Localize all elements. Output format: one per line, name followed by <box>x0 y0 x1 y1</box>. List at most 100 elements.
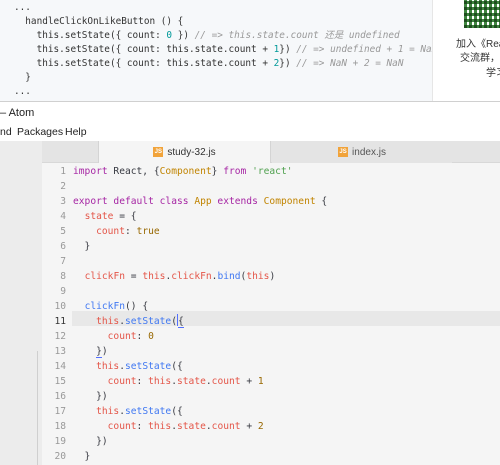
code-token: handleClickOnLikeButton () { <box>14 16 184 27</box>
blog-code-line: this.setState({ count: this.state.count … <box>14 43 433 57</box>
code-line[interactable]: export default class App extends Compone… <box>73 194 327 209</box>
code-token: count <box>96 226 125 237</box>
line-number: 7 <box>60 256 66 267</box>
code-line[interactable]: } <box>73 239 91 254</box>
code-token: : <box>136 331 149 342</box>
line-number: 5 <box>60 226 66 237</box>
code-token: { <box>178 316 184 328</box>
code-token: clickFn <box>84 301 125 312</box>
code-token: this <box>142 271 166 282</box>
code-token: setState <box>125 316 172 327</box>
line-number: 9 <box>60 286 66 297</box>
code-token: this <box>148 376 172 387</box>
sidebar-text-line: 加入《Rea <box>456 39 500 50</box>
code-token: this <box>96 361 120 372</box>
menu-item-help[interactable]: Help <box>65 126 87 138</box>
js-file-icon: JS <box>338 147 349 157</box>
blog-code-line: handleClickOnLikeButton () { <box>14 15 183 29</box>
line-number: 10 <box>54 301 66 312</box>
blog-article: ... handleClickOnLikeButton () { this.se… <box>0 0 500 101</box>
code-line[interactable]: }) <box>73 389 108 404</box>
qr-code-image <box>464 0 500 28</box>
code-token: }) <box>73 391 108 402</box>
js-file-icon: JS <box>153 147 164 157</box>
line-number: 11 <box>54 316 66 327</box>
code-line[interactable]: count: true <box>73 224 160 239</box>
code-token: import <box>73 166 108 177</box>
code-line[interactable]: this.setState({ <box>73 404 183 419</box>
blog-code-line: ... <box>14 1 31 15</box>
blog-code-line: ... <box>14 85 31 99</box>
code-line[interactable]: count: this.state.count + 2 <box>73 419 264 434</box>
code-line[interactable]: }) <box>73 434 108 449</box>
menu-bar: nd Packages Help <box>0 125 500 141</box>
code-token: clickFn <box>171 271 212 282</box>
code-token: () { <box>125 301 149 312</box>
code-token: + <box>240 376 258 387</box>
line-number: 12 <box>54 331 66 342</box>
code-token: } <box>73 451 91 462</box>
code-line[interactable]: import React, {Component} from 'react' <box>73 164 293 179</box>
line-number: 6 <box>60 241 66 252</box>
code-token: ) <box>101 346 108 357</box>
code-token: this <box>246 271 270 282</box>
code-token: // => undefined + 1 = NaN <box>296 44 433 55</box>
code-line[interactable]: state = { <box>73 209 137 224</box>
tab-study-32[interactable]: JS study-32.js <box>98 141 271 163</box>
tree-view-panel <box>0 141 42 465</box>
line-number: 16 <box>54 391 66 402</box>
tab-index[interactable]: JS index.js <box>272 141 452 163</box>
code-token: this.setState({ count: this.state.count … <box>14 44 274 55</box>
code-token: count <box>107 376 137 387</box>
sidebar-text-line: 学习 <box>486 68 500 79</box>
blog-code-line: this.setState({ count: 0 }) // => this.s… <box>14 29 400 43</box>
code-token: Component <box>159 166 212 177</box>
code-line[interactable]: }) <box>73 344 108 359</box>
line-number: 18 <box>54 421 66 432</box>
code-token: 'react' <box>252 166 293 177</box>
code-line[interactable]: count: 0 <box>73 329 154 344</box>
code-token: + <box>240 421 258 432</box>
code-editor[interactable]: 1 2 3 4 5 6 7 8 9 10 11 12 13 14 15 16 17 18 19 20 import R… <box>42 163 500 465</box>
code-token: : <box>125 226 137 237</box>
code-line[interactable]: } <box>73 449 91 464</box>
code-token: count <box>211 376 241 387</box>
menu-item-find[interactable]: nd <box>0 126 12 138</box>
code-token: export default class <box>73 196 189 207</box>
code-token: clickFn <box>84 271 125 282</box>
blog-sidebar: 加入《Rea 交流群， 学习 <box>434 0 500 101</box>
code-line[interactable]: count: this.state.count + 1 <box>73 374 264 389</box>
code-line[interactable]: clickFn() { <box>73 299 149 314</box>
line-number: 15 <box>54 376 66 387</box>
code-line[interactable]: this.setState({ <box>73 314 184 329</box>
code-token: setState <box>125 361 172 372</box>
code-token: this.setState({ count: <box>14 30 167 41</box>
code-token: 2 <box>257 421 264 432</box>
line-number: 4 <box>60 211 66 222</box>
code-token: = { <box>113 211 137 222</box>
code-token: // => NaN + 2 = NaN <box>296 58 404 69</box>
code-token: }) <box>73 436 108 447</box>
code-token: ({ <box>171 406 183 417</box>
code-token: : <box>136 421 149 432</box>
code-token: state <box>177 376 206 387</box>
tab-label: study-32.js <box>167 146 216 158</box>
code-token: { <box>315 196 328 207</box>
window-titlebar: – Atom <box>0 101 500 125</box>
editor-pane: JS study-32.js JS index.js 1 2 3 4 5 6 7 8 9 10 11… <box>0 141 500 465</box>
code-token: Component <box>263 196 316 207</box>
code-token: count <box>107 421 137 432</box>
code-token: count <box>107 331 137 342</box>
code-token: } <box>73 241 91 252</box>
panel-divider <box>37 351 38 465</box>
menu-item-packages[interactable]: Packages <box>17 126 63 138</box>
code-line[interactable]: clickFn = this.clickFn.bind(this) <box>73 269 276 284</box>
code-line[interactable]: this.setState({ <box>73 359 183 374</box>
code-token: true <box>136 226 160 237</box>
blog-code-line: } <box>14 71 31 85</box>
